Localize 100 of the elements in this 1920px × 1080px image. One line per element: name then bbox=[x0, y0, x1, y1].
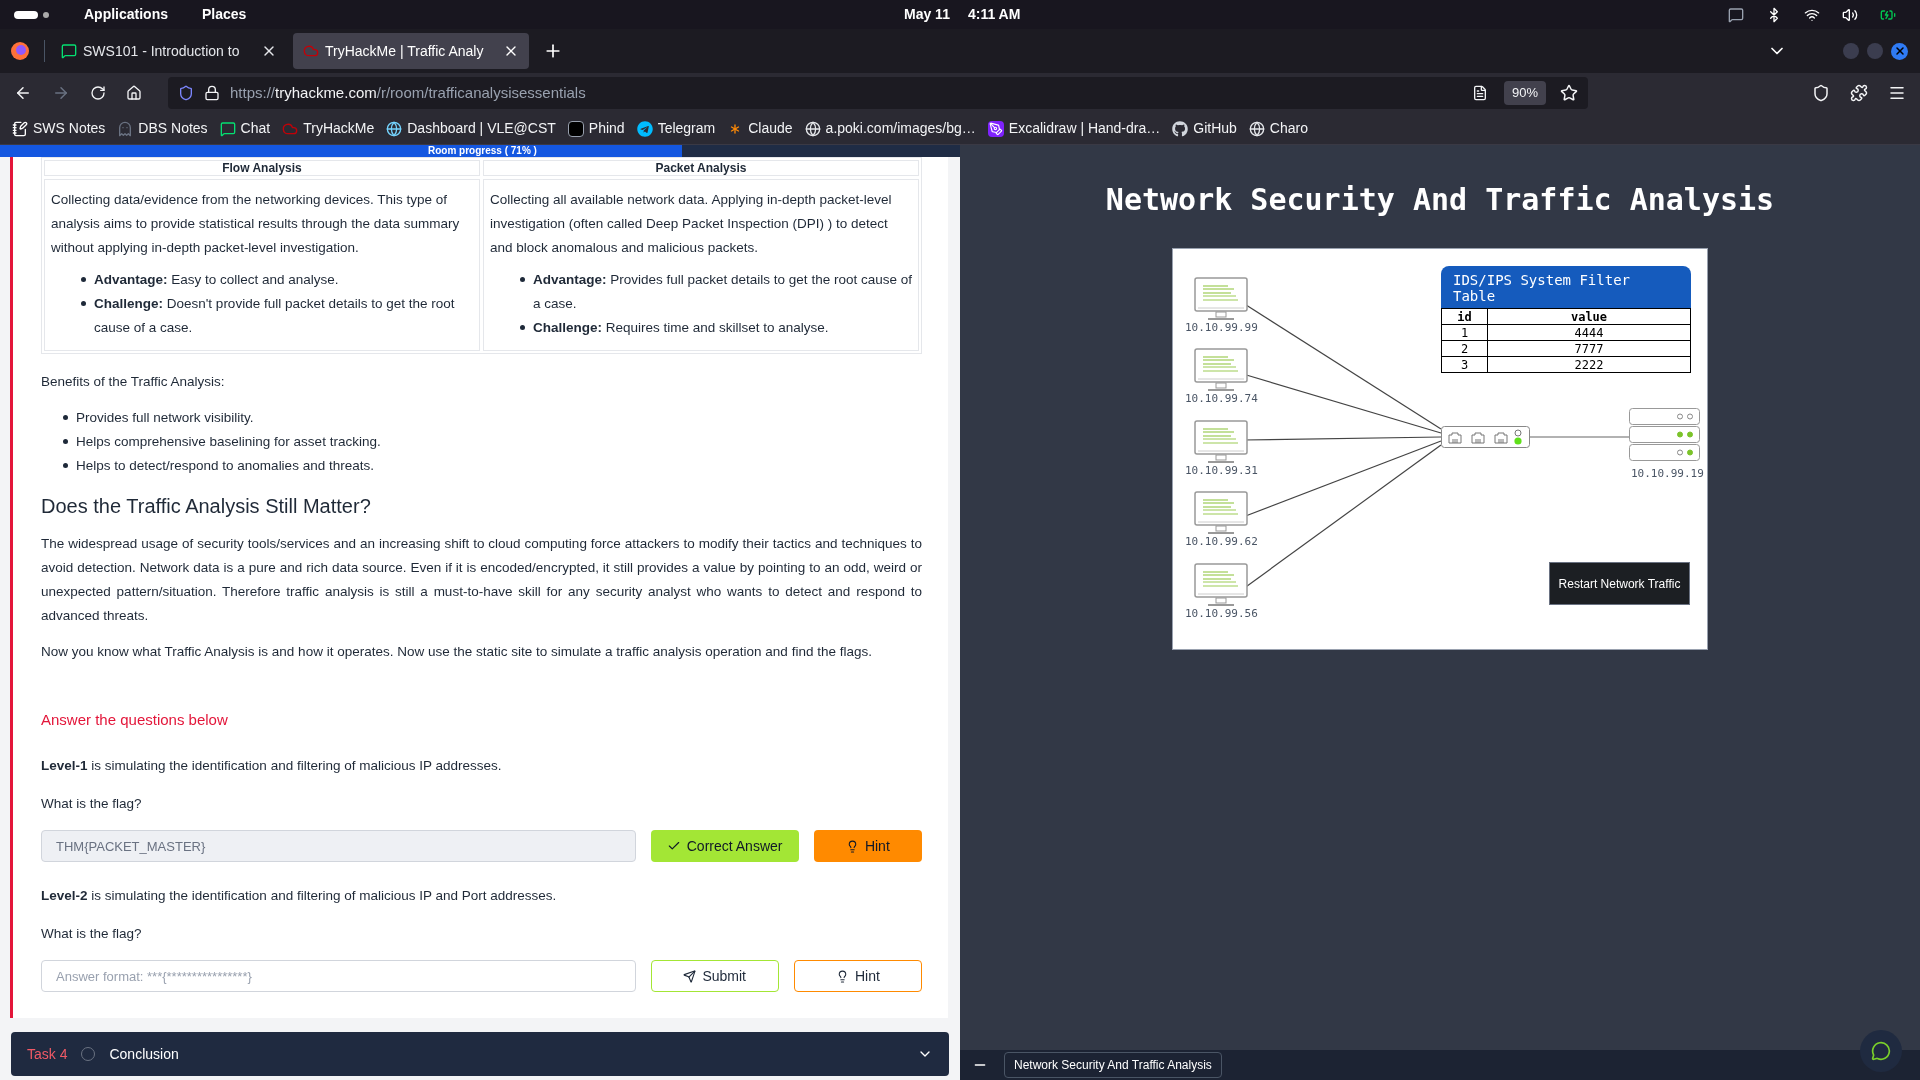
site-title: Network Security And Traffic Analysis bbox=[1105, 181, 1775, 219]
bookmark[interactable]: DBS Notes bbox=[117, 118, 208, 139]
globe-icon bbox=[1248, 120, 1265, 137]
bullet-text: Challenge: Requires time and skillset to analyse. bbox=[533, 319, 829, 337]
footer-tab[interactable]: Network Security And Traffic Analysis bbox=[1004, 1052, 1222, 1078]
star-icon[interactable] bbox=[1560, 84, 1578, 102]
hint-button[interactable]: Hint bbox=[813, 830, 922, 862]
task-label: Task 4 bbox=[27, 1044, 68, 1064]
question-text: Level-2 is simulating the identification and filtering of malicious IP and Port addresses. bbox=[41, 887, 558, 905]
questions-heading: Answer the questions below bbox=[41, 710, 229, 730]
extensions-icon[interactable] bbox=[1850, 84, 1868, 102]
ip-label: 10.10.99.74 bbox=[1185, 392, 1258, 406]
column-heading: Packet Analysis bbox=[483, 160, 919, 176]
menu-icon[interactable] bbox=[1888, 84, 1906, 102]
bookmark[interactable]: Dashboard | VLE@CST bbox=[386, 118, 556, 139]
bullet-text: Helps to detect/respond to anomalies and threats. bbox=[76, 457, 374, 475]
bookmark[interactable]: Phind bbox=[567, 118, 625, 139]
home-icon[interactable] bbox=[126, 85, 142, 101]
close-button[interactable] bbox=[1891, 42, 1908, 60]
bullet-text: Helps comprehensive baselining for asset tracking. bbox=[76, 433, 381, 451]
column-header: value bbox=[1487, 308, 1691, 325]
reader-view-icon[interactable] bbox=[1471, 85, 1488, 101]
bookmark[interactable]: Excalidraw | Hand-dra… bbox=[987, 118, 1161, 139]
section-heading: Does the Traffic Analysis Still Matter? bbox=[41, 494, 372, 519]
monitor-icon bbox=[1194, 277, 1249, 321]
table-cell: 7777 bbox=[1487, 340, 1691, 357]
bookmark[interactable]: Charo bbox=[1248, 118, 1308, 139]
bookmark[interactable]: Telegram bbox=[636, 118, 716, 139]
bullet-icon bbox=[81, 277, 86, 282]
address-bar[interactable]: https://tryhackme.com/r/room/trafficanalysisessentials 90% bbox=[168, 77, 1588, 109]
ghost-icon bbox=[117, 120, 134, 137]
cell-text: Collecting data/evidence from the networking devices. This type of analysis aims to provide statistical results through the data summary without applying in-depth packet-level investigation. bbox=[51, 191, 461, 257]
answer-field[interactable]: THM{PACKET_MASTER} bbox=[41, 830, 636, 862]
tab-title: SWS101 - Introduction to bbox=[83, 41, 241, 61]
task-bar[interactable]: Task 4 Conclusion bbox=[11, 1032, 949, 1076]
progress-label: Room progress ( 71% ) bbox=[428, 145, 537, 157]
paragraph: The widespread usage of security tools/services and an increasing shift to cloud computing force attackers to modify their tactics and techniques to avoid detection. Network data is a pure and rich data source. Even if it is encoded/encrypted, it still provides a value by pointing to an odd, weird or unexpected pattern/situation. Therefore traffic analysis is still a must-to-have skill for any security analyst who wants to detect and respond to advanced threats. bbox=[41, 535, 922, 625]
restart-button[interactable]: Restart Network Traffic bbox=[1549, 562, 1690, 605]
answer-field[interactable]: Answer format: ***{****************} bbox=[41, 960, 636, 992]
task-title: Conclusion bbox=[109, 1044, 179, 1064]
browser-logo-icon[interactable] bbox=[10, 41, 30, 61]
table-title: IDS/IPS System Filter Table bbox=[1441, 266, 1691, 308]
switch-icon bbox=[1441, 426, 1531, 449]
ip-label: 10.10.99.62 bbox=[1185, 535, 1258, 549]
bullet-text: Provides full network visibility. bbox=[76, 409, 254, 427]
github-icon bbox=[1172, 120, 1189, 137]
chat-icon bbox=[1871, 1041, 1891, 1061]
bullet-icon bbox=[520, 277, 525, 282]
date: May 11 bbox=[904, 5, 950, 24]
bullet-icon bbox=[520, 325, 525, 330]
bullet-text: Advantage: Provides full packet details to get the root cause of a case. bbox=[533, 271, 912, 313]
correct-answer-button[interactable]: Correct Answer bbox=[650, 830, 799, 862]
monitor-icon bbox=[1194, 491, 1249, 535]
bullet-text: Advantage: Easy to collect and analyse. bbox=[94, 271, 339, 289]
paragraph: Benefits of the Traffic Analysis: bbox=[41, 373, 226, 391]
chat-button[interactable] bbox=[1860, 1030, 1902, 1072]
submit-button[interactable]: Submit bbox=[650, 960, 779, 992]
question-prompt: What is the flag? bbox=[41, 795, 143, 813]
bookmark[interactable]: GitHub bbox=[1172, 118, 1237, 139]
back-icon[interactable] bbox=[14, 84, 32, 102]
bookmark[interactable]: TryHackMe bbox=[282, 118, 375, 139]
bullet-icon bbox=[63, 415, 68, 420]
globe-icon bbox=[804, 120, 821, 137]
ip-label: 10.10.99.99 bbox=[1185, 321, 1258, 335]
notifications-icon[interactable] bbox=[1728, 6, 1744, 23]
menu-item[interactable]: Places bbox=[202, 4, 247, 25]
monitor-icon bbox=[1194, 420, 1249, 464]
pen-icon bbox=[987, 120, 1004, 137]
browser-tab[interactable]: TryHackMe | Traffic Analy bbox=[293, 33, 529, 69]
volume-icon[interactable] bbox=[1842, 6, 1858, 23]
table-cell: 3 bbox=[1441, 356, 1488, 373]
column-header: id bbox=[1441, 308, 1488, 325]
cell-text: Collecting all available network data. Applying in-depth packet-level investigation (often called Deep Packet Inspection (DPI) ) to detect and block anomalous and malicious packets. bbox=[490, 191, 893, 257]
activities-icon[interactable] bbox=[14, 9, 50, 20]
question-prompt: What is the flag? bbox=[41, 925, 143, 943]
bookmark[interactable]: Claude bbox=[727, 118, 793, 139]
bookmark[interactable]: SWS Notes bbox=[12, 118, 106, 139]
ip-label: 10.10.99.56 bbox=[1185, 607, 1258, 621]
bookmark[interactable]: a.poki.com/images/bg… bbox=[804, 118, 976, 139]
ip-label: 10.10.99.31 bbox=[1185, 464, 1258, 478]
send-icon bbox=[683, 969, 697, 983]
cloud-icon bbox=[303, 43, 319, 59]
question-text: Level-1 is simulating the identification and filtering of malicious IP addresses. bbox=[41, 757, 503, 775]
close-icon bbox=[1893, 45, 1906, 57]
shield-icon bbox=[178, 85, 194, 101]
bullet-icon bbox=[81, 301, 86, 306]
bullet-icon bbox=[63, 439, 68, 444]
paragraph: Now you know what Traffic Analysis is and how it operates. Now use the static site to simulate a traffic analysis operation and find the flags. bbox=[41, 643, 873, 661]
reload-icon[interactable] bbox=[90, 85, 106, 101]
browser-tab[interactable]: SWS101 - Introduction to bbox=[51, 33, 287, 69]
bookmark[interactable]: Chat bbox=[219, 118, 271, 139]
lock-icon bbox=[204, 85, 220, 101]
zoom-level[interactable]: 90% bbox=[1503, 81, 1546, 105]
menu-item[interactable]: Applications bbox=[84, 4, 168, 25]
p-logo-icon bbox=[567, 120, 584, 137]
monitor-icon bbox=[1194, 348, 1249, 392]
table-cell: 1 bbox=[1441, 324, 1488, 341]
clock: 4:11 AM bbox=[967, 5, 1021, 24]
hint-button[interactable]: Hint bbox=[793, 960, 922, 992]
table-cell: 2 bbox=[1441, 340, 1488, 357]
